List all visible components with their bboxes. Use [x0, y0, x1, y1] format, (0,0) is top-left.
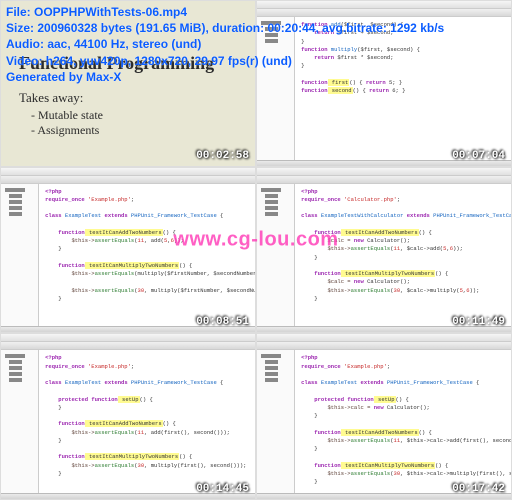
video-line: Video: h264, yuv420p, 1280x720, 29.97 fp…: [6, 53, 444, 69]
file-line: File: OOPPHPWithTests-06.mp4: [6, 4, 444, 20]
timestamp: 00:07:04: [452, 150, 505, 162]
timestamp: 00:17:42: [452, 483, 505, 495]
ide-menubar: [257, 168, 511, 176]
code-editor: <?php require_once 'Example.php'; class …: [295, 350, 511, 493]
ide-toolbar: [257, 342, 511, 350]
timestamp: 00:02:58: [196, 150, 249, 162]
ide-toolbar: [257, 176, 511, 184]
ide-window: <?php require_once 'Example.php'; class …: [257, 334, 511, 499]
slide-bullet-2: - Assignments: [31, 123, 239, 138]
code-editor: <?php require_once 'Example.php'; class …: [39, 350, 255, 493]
file-info-overlay: File: OOPPHPWithTests-06.mp4 Size: 20096…: [0, 0, 450, 89]
generated-line: Generated by Max-X: [6, 69, 444, 85]
ide-window: <?php require_once 'Example.php'; class …: [1, 334, 255, 499]
thumbnail-cell-5: <?php require_once 'Example.php'; class …: [0, 333, 256, 500]
thumbnail-cell-4: <?php require_once 'Calculator.php'; cla…: [256, 167, 512, 334]
slide-bullet-1: - Mutable state: [31, 108, 239, 123]
thumbnail-cell-6: <?php require_once 'Example.php'; class …: [256, 333, 512, 500]
audio-line: Audio: aac, 44100 Hz, stereo (und): [6, 36, 444, 52]
ide-toolbar: [1, 342, 255, 350]
timestamp: 00:11:49: [452, 316, 505, 328]
thumbnail-cell-3: <?php require_once 'Example.php'; class …: [0, 167, 256, 334]
ide-sidebar: [1, 350, 39, 493]
ide-menubar: [1, 334, 255, 342]
timestamp: 00:08:51: [196, 316, 249, 328]
ide-sidebar: [257, 184, 295, 327]
size-line: Size: 200960328 bytes (191.65 MiB), dura…: [6, 20, 444, 36]
ide-window: <?php require_once 'Calculator.php'; cla…: [257, 168, 511, 333]
slide-subtitle: Takes away:: [19, 90, 239, 106]
code-editor: <?php require_once 'Example.php'; class …: [39, 184, 255, 327]
code-editor: <?php require_once 'Calculator.php'; cla…: [295, 184, 511, 327]
ide-sidebar: [1, 184, 39, 327]
ide-window: <?php require_once 'Example.php'; class …: [1, 168, 255, 333]
ide-menubar: [1, 168, 255, 176]
timestamp: 00:14:45: [196, 483, 249, 495]
ide-sidebar: [257, 350, 295, 493]
ide-menubar: [257, 334, 511, 342]
ide-toolbar: [1, 176, 255, 184]
